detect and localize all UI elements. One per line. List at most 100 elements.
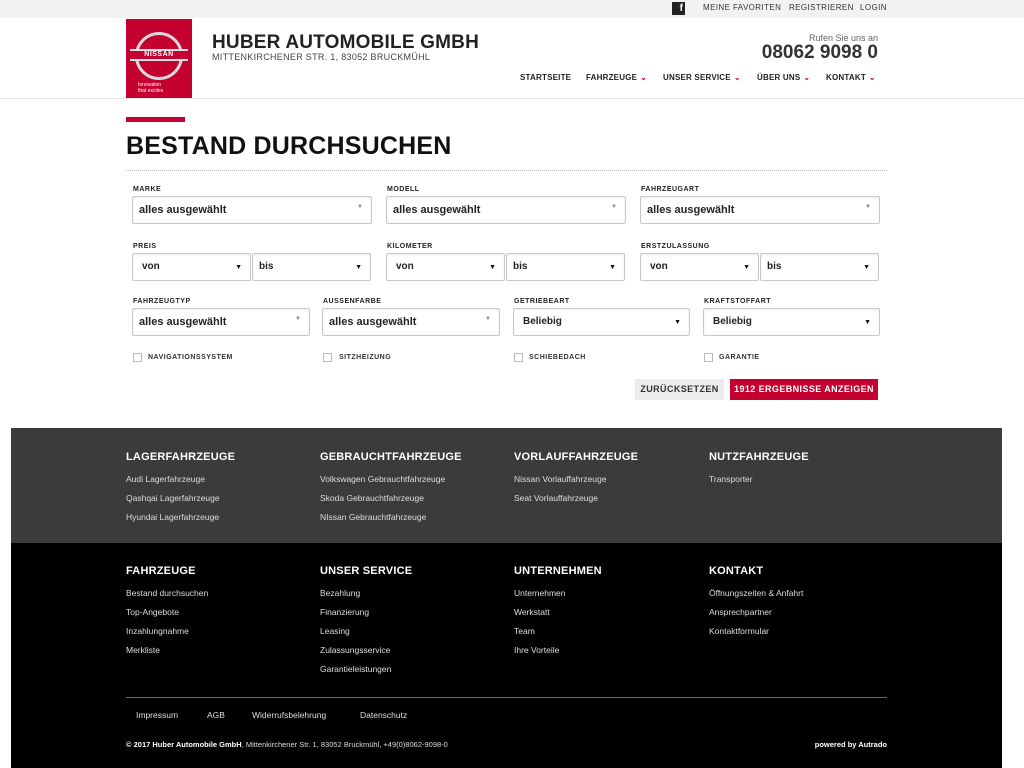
phone-number[interactable]: 08062 9098 0 [762,42,878,64]
register-link[interactable]: REGISTRIEREN [789,3,854,12]
footer-link[interactable]: Transporter [709,474,753,484]
chevron-down-icon: ⌄ [868,73,876,82]
footer-link[interactable]: Öffnungszeiten & Anfahrt [709,588,803,598]
footer-link[interactable]: Volkswagen Gebrauchtfahrzeuge [320,474,445,484]
footer-divider [126,697,887,698]
footer-link[interactable]: Finanzierung [320,607,369,617]
chevron-down-icon: ⌄ [733,73,741,82]
erstzulassung-label: ERSTZULASSUNG [641,243,710,250]
footer-link[interactable]: Merkliste [126,645,160,655]
preis-label: PREIS [133,243,157,250]
nav-item-ueber-uns[interactable]: ÜBER UNS ⌄ [757,73,810,82]
nav-item-startseite[interactable]: STARTSEITE [520,73,571,82]
agb-link[interactable]: AGB [207,710,225,720]
schiebedach-label[interactable]: SCHIEBEDACH [529,354,586,361]
erstzulassung-von-select[interactable]: von ▼ [640,253,759,281]
show-results-button[interactable]: 1912 ERGEBNISSE ANZEIGEN [730,379,878,400]
favorites-link[interactable]: MEINE FAVORITEN [703,3,781,12]
footer-link[interactable]: Kontaktformular [709,626,769,636]
dropdown-arrow-icon: ▼ [865,204,871,210]
erstzulassung-bis-select[interactable]: bis ▼ [760,253,879,281]
title-accent-bar [126,117,185,122]
preis-von-select[interactable]: von ▼ [132,253,251,281]
garantie-label[interactable]: GARANTIE [719,354,760,361]
footer-link[interactable]: Ihre Vorteile [514,645,559,655]
navigationssystem-checkbox[interactable] [133,353,142,362]
dropdown-arrow-icon: ▼ [489,264,496,271]
footer-link[interactable]: Audi Lagerfahrzeuge [126,474,205,484]
footer-link[interactable]: Team [514,626,535,636]
footer-link[interactable]: Leasing [320,626,350,636]
dropdown-arrow-icon: ▼ [235,264,242,271]
footer-link[interactable]: Garantieleistungen [320,664,391,674]
kilometer-von-select[interactable]: von ▼ [386,253,505,281]
footer-link[interactable]: Ansprechpartner [709,607,772,617]
copyright-text: © 2017 Huber Automobile GmbH, Mittenkirc… [126,740,448,749]
footer-link[interactable]: Unternehmen [514,588,566,598]
fahrzeugtyp-select[interactable]: alles ausgewählt ▼ [132,308,310,336]
footer-vehicles-panel [11,428,1002,543]
nav-item-unser-service[interactable]: UNSER SERVICE ⌄ [663,73,741,82]
navigationssystem-label[interactable]: NAVIGATIONSSYSTEM [148,354,233,361]
marke-label: MARKE [133,186,162,193]
logo-tagline: Innovation that excites [138,82,164,94]
reset-button[interactable]: ZURÜCKSETZEN [635,379,724,400]
footer-heading-lagerfahrzeuge: LAGERFAHRZEUGE [126,451,236,463]
dropdown-arrow-icon: ▼ [611,204,617,210]
footer-link[interactable]: Zulassungsservice [320,645,390,655]
company-address: MITTENKIRCHENER STR. 1, 83052 BRUCKMÜHL [212,52,431,62]
fahrzeugart-select[interactable]: alles ausgewählt ▼ [640,196,880,224]
footer-link[interactable]: Bezahlung [320,588,360,598]
footer-heading-unternehmen: UNTERNEHMEN [514,565,602,577]
login-link[interactable]: LOGIN [860,3,887,12]
garantie-checkbox[interactable] [704,353,713,362]
powered-by-link[interactable]: powered by Autrado [815,740,887,749]
getriebeart-select[interactable]: Beliebig ▼ [513,308,690,336]
dropdown-arrow-icon: ▼ [355,264,362,271]
facebook-icon[interactable]: f [672,2,685,15]
footer-link[interactable]: Top-Angebote [126,607,179,617]
footer-link[interactable]: Inzahlungnahme [126,626,189,636]
logo-wordmark: NISSAN [130,49,188,61]
title-divider [126,170,887,171]
footer-link[interactable]: Seat Vorlauffahrzeuge [514,493,598,503]
kilometer-label: KILOMETER [387,243,433,250]
footer-link[interactable]: Skoda Gebrauchtfahrzeuge [320,493,424,503]
company-name[interactable]: HUBER AUTOMOBILE GMBH [212,32,479,54]
nissan-logo[interactable]: NISSAN Innovation that excites [126,19,192,98]
marke-select[interactable]: alles ausgewählt ▼ [132,196,372,224]
schiebedach-checkbox[interactable] [514,353,523,362]
footer-link[interactable]: Werkstatt [514,607,550,617]
kraftstoffart-select[interactable]: Beliebig ▼ [703,308,880,336]
nav-item-fahrzeuge[interactable]: FAHRZEUGE ⌄ [586,73,647,82]
modell-select[interactable]: alles ausgewählt ▼ [386,196,626,224]
footer-link[interactable]: Qashqai Lagerfahrzeuge [126,493,220,503]
footer-link[interactable]: NIssan Gebrauchtfahrzeuge [320,512,426,522]
footer-heading-kontakt: KONTAKT [709,565,764,577]
fahrzeugart-label: FAHRZEUGART [641,186,700,193]
top-bar: f MEINE FAVORITEN REGISTRIEREN LOGIN [0,0,1024,18]
impressum-link[interactable]: Impressum [136,710,178,720]
sitzheizung-checkbox[interactable] [323,353,332,362]
chevron-down-icon: ⌄ [803,73,811,82]
aussenfarbe-select[interactable]: alles ausgewählt ▼ [322,308,500,336]
dropdown-arrow-icon: ▼ [864,319,871,326]
getriebeart-label: GETRIEBEART [514,298,570,305]
footer-heading-vorlauffahrzeuge: VORLAUFFAHRZEUGE [514,451,639,463]
modell-label: MODELL [387,186,420,193]
sitzheizung-label[interactable]: SITZHEIZUNG [339,354,391,361]
preis-bis-select[interactable]: bis ▼ [252,253,371,281]
footer-link[interactable]: Hyundai Lagerfahrzeuge [126,512,219,522]
dropdown-arrow-icon: ▼ [674,319,681,326]
dropdown-arrow-icon: ▼ [609,264,616,271]
footer-heading-gebrauchtfahrzeuge: GEBRAUCHTFAHRZEUGE [320,451,462,463]
footer-link[interactable]: Nissan Vorlauffahrzeuge [514,474,606,484]
datenschutz-link[interactable]: Datenschutz [360,710,407,720]
kilometer-bis-select[interactable]: bis ▼ [506,253,625,281]
nav-item-kontakt[interactable]: KONTAKT ⌄ [826,73,876,82]
chevron-down-icon: ⌄ [640,73,648,82]
footer-link[interactable]: Bestand durchsuchen [126,588,208,598]
widerrufsbelehrung-link[interactable]: Widerrufsbelehrung [252,710,326,720]
dropdown-arrow-icon: ▼ [295,316,301,322]
dropdown-arrow-icon: ▼ [357,204,363,210]
